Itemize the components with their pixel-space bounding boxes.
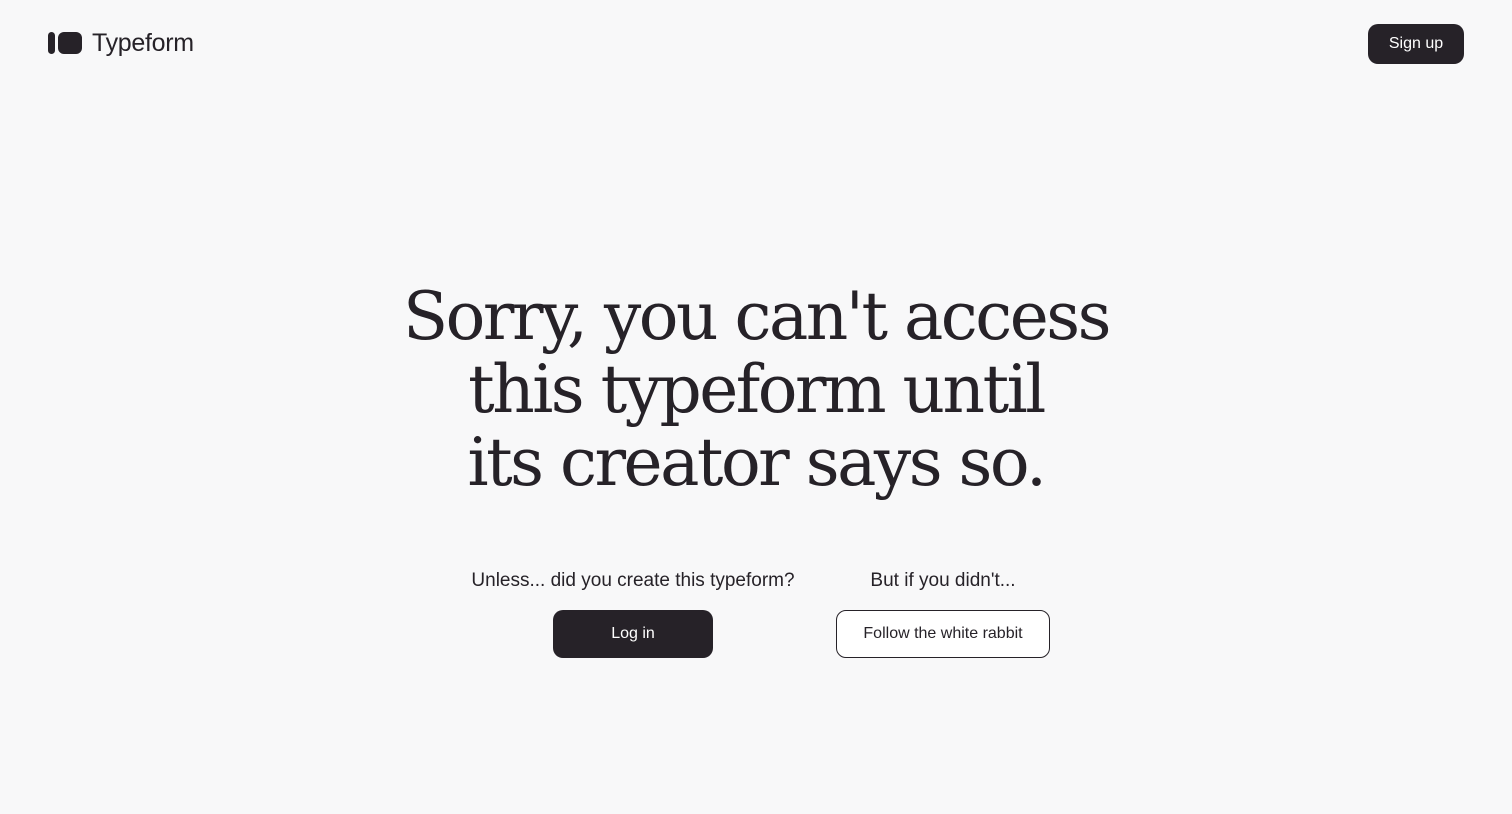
page: Typeform Sign up Sorry, you can't access… (0, 0, 1512, 814)
creator-section: Unless... did you create this typeform? … (460, 567, 806, 658)
typeform-logo[interactable]: Typeform (48, 28, 194, 58)
typeform-logo-icon (48, 32, 82, 54)
visitor-prompt: But if you didn't... (870, 570, 1016, 591)
log-in-button[interactable]: Log in (553, 610, 713, 658)
brand-name: Typeform (92, 28, 194, 57)
headline-line: its creator says so. (467, 424, 1047, 501)
page-title: Sorry, you can't access this typeform un… (0, 280, 1512, 499)
creator-prompt: Unless... did you create this typeform? (471, 570, 795, 591)
sign-up-button[interactable]: Sign up (1368, 24, 1464, 64)
follow-white-rabbit-button[interactable]: Follow the white rabbit (836, 610, 1050, 658)
headline-line: Sorry, you can't access (402, 278, 1112, 355)
headline-line: this typeform until (468, 351, 1046, 428)
visitor-section: But if you didn't... Follow the white ra… (836, 567, 1050, 658)
